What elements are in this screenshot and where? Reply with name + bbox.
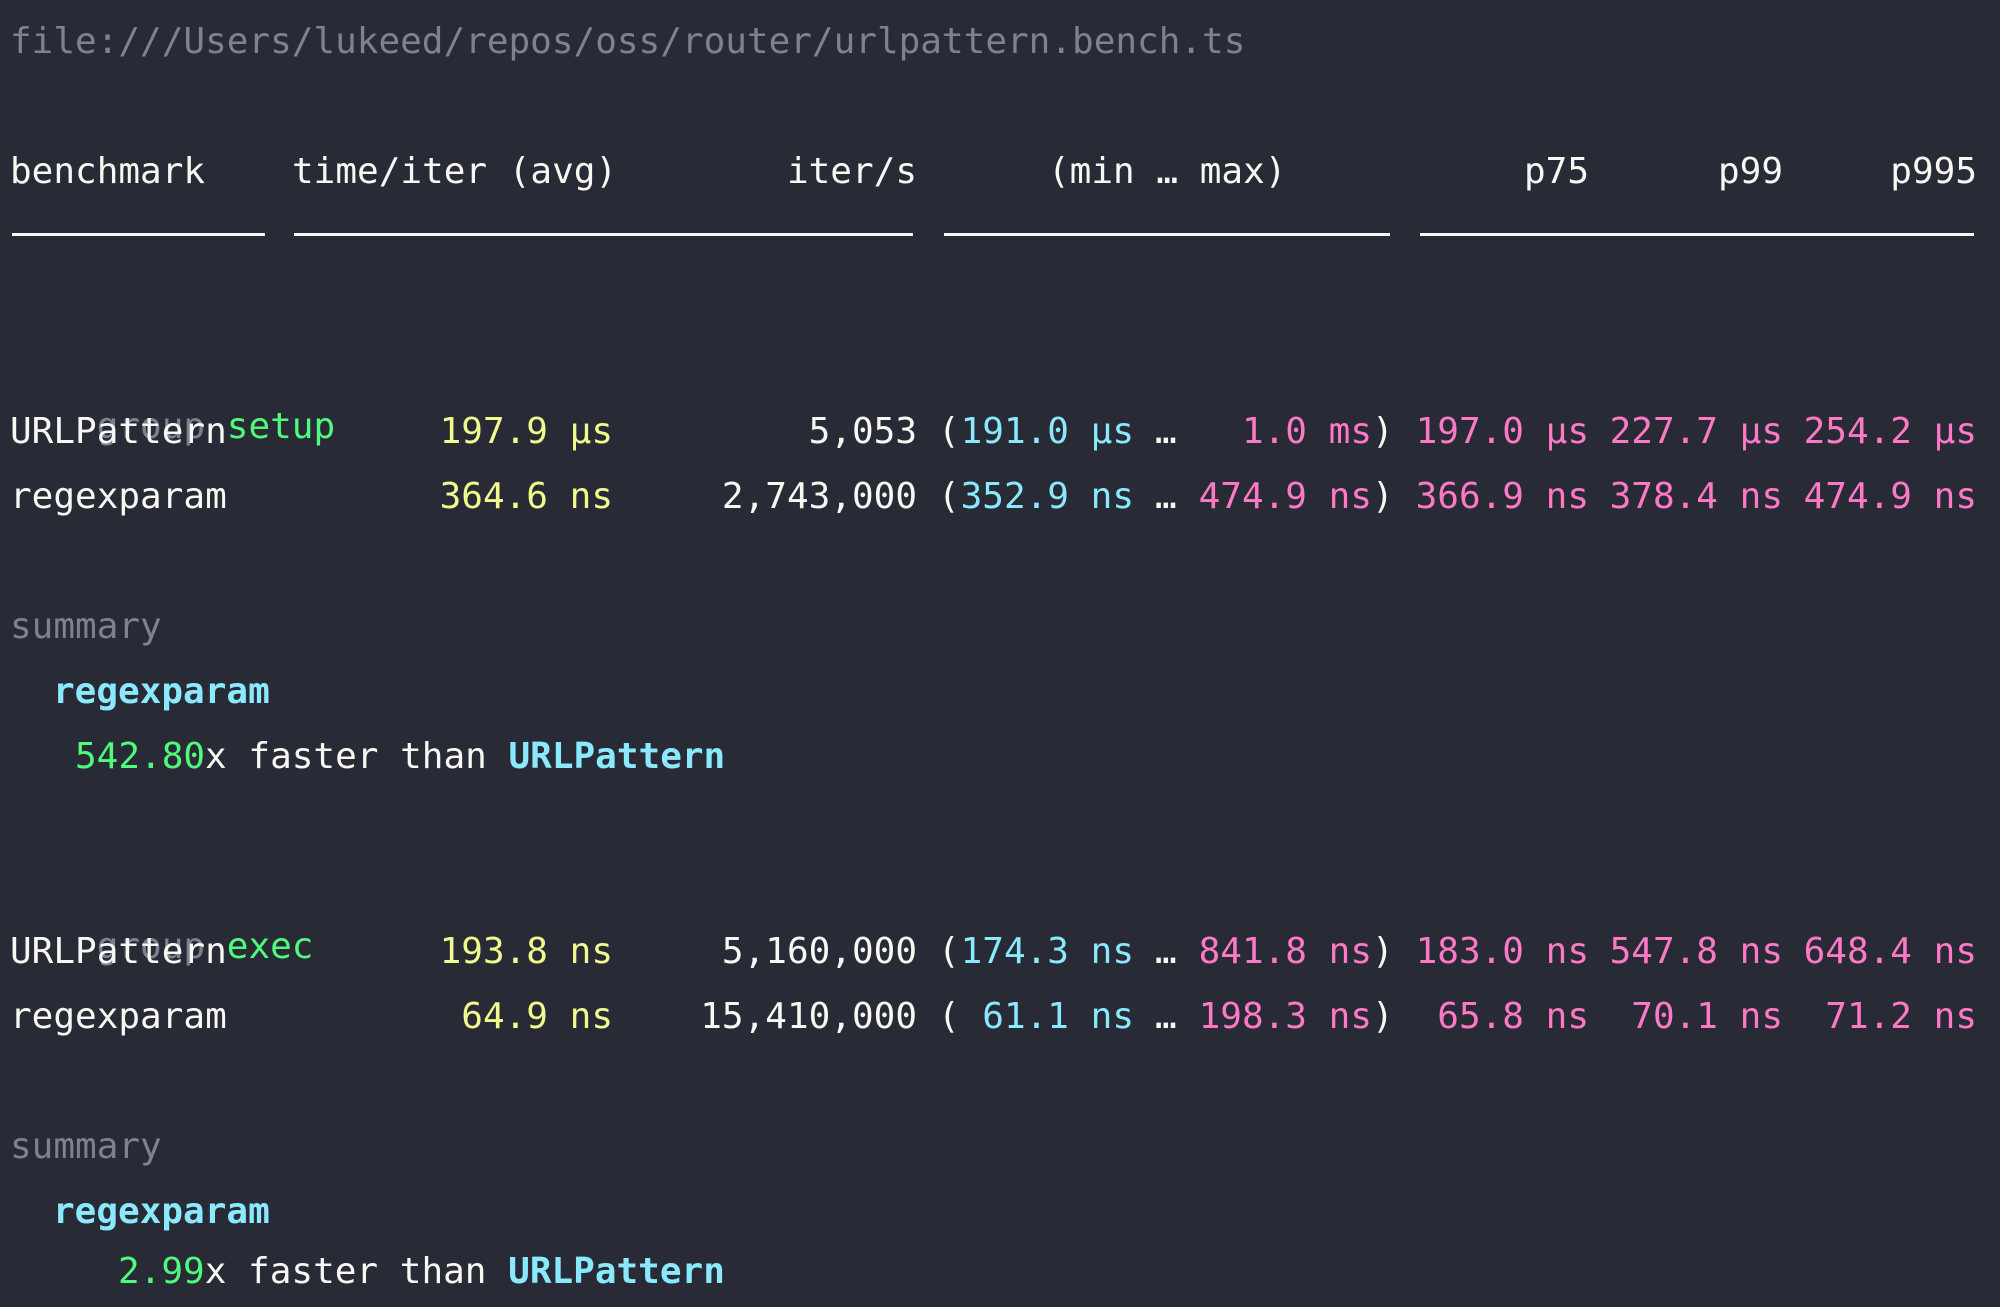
summary-label: summary	[10, 1126, 162, 1167]
summary-text: x faster than	[205, 736, 509, 777]
row-p995: 254.2 µs	[1803, 411, 1977, 452]
row-iter-s: 5,053	[808, 411, 917, 452]
row-min: 61.1 ns	[982, 996, 1134, 1037]
row-max: 1.0 ms	[1241, 411, 1372, 452]
row-p995: 474.9 ns	[1803, 476, 1977, 517]
summary-comparison: 542.80x faster than URLPattern	[75, 727, 725, 787]
row-benchmark-name: URLPattern	[10, 411, 227, 452]
summary-factor: 2.99	[118, 1251, 205, 1292]
table-row: URLPattern 193.8 ns 5,160,000 ( 174.3 ns…	[0, 922, 2000, 982]
table-row: regexparam 64.9 ns 15,410,000 ( 61.1 ns …	[0, 987, 2000, 1047]
header-benchmark: benchmark	[10, 151, 206, 192]
group-heading-setup: group setup	[10, 337, 335, 447]
row-p99: 378.4 ns	[1609, 476, 1783, 517]
summary-winner: regexparam	[53, 1191, 270, 1232]
summary-loser: URLPattern	[508, 1251, 725, 1292]
row-p995: 648.4 ns	[1803, 931, 1977, 972]
row-max: 474.9 ns	[1198, 476, 1372, 517]
row-max: 841.8 ns	[1198, 931, 1372, 972]
row-p75: 366.9 ns	[1415, 476, 1589, 517]
row-ellipsis: …	[1155, 996, 1177, 1037]
row-avg: 64.9 ns	[461, 996, 613, 1037]
row-iter-s: 15,410,000	[700, 996, 917, 1037]
terminal-output: file:///Users/lukeed/repos/oss/router/ur…	[0, 0, 2000, 1307]
header-p75: p75	[1523, 151, 1589, 192]
summary-comparison: 2.99x faster than URLPattern	[118, 1242, 725, 1302]
header-p995: p995	[1890, 151, 1977, 192]
row-benchmark-name: URLPattern	[10, 931, 227, 972]
row-p99: 70.1 ns	[1631, 996, 1783, 1037]
summary-winner: regexparam	[53, 671, 270, 712]
header-rule-percentiles	[1420, 233, 1974, 236]
row-p99: 227.7 µs	[1609, 411, 1783, 452]
table-row: URLPattern 197.9 µs 5,053 ( 191.0 µs … 1…	[0, 402, 2000, 462]
file-path: file:///Users/lukeed/repos/oss/router/ur…	[10, 21, 1246, 62]
summary-text: x faster than	[204, 1251, 509, 1292]
row-p75: 197.0 µs	[1415, 411, 1589, 452]
row-p995: 71.2 ns	[1825, 996, 1977, 1037]
summary-label: summary	[10, 606, 162, 647]
header-rule-benchmark	[12, 233, 265, 236]
row-avg: 197.9 µs	[439, 411, 613, 452]
row-iter-s: 5,160,000	[721, 931, 917, 972]
row-ellipsis: …	[1155, 931, 1177, 972]
row-avg: 364.6 ns	[439, 476, 613, 517]
row-ellipsis: …	[1155, 476, 1177, 517]
group-heading-exec: group exec	[10, 857, 314, 967]
row-p75: 183.0 ns	[1415, 931, 1589, 972]
row-p99: 547.8 ns	[1609, 931, 1783, 972]
header-time-iter: time/iter (avg)	[292, 151, 618, 192]
row-min: 174.3 ns	[960, 931, 1134, 972]
header-p99: p99	[1717, 151, 1783, 192]
row-benchmark-name: regexparam	[10, 476, 227, 517]
header-iter-s: iter/s	[786, 151, 917, 192]
table-row: regexparam 364.6 ns 2,743,000 ( 352.9 ns…	[0, 467, 2000, 527]
row-max: 198.3 ns	[1198, 996, 1372, 1037]
header-rule-minmax	[944, 233, 1390, 236]
summary-factor: 542.80	[75, 736, 206, 777]
row-benchmark-name: regexparam	[10, 996, 227, 1037]
summary-loser: URLPattern	[508, 736, 726, 777]
row-min: 191.0 µs	[960, 411, 1134, 452]
row-min: 352.9 ns	[960, 476, 1134, 517]
row-ellipsis: …	[1155, 411, 1177, 452]
row-avg: 193.8 ns	[439, 931, 613, 972]
row-iter-s: 2,743,000	[721, 476, 917, 517]
row-p75: 65.8 ns	[1437, 996, 1589, 1037]
header-min-max: (min … max)	[1048, 151, 1287, 192]
header-rule-time	[294, 233, 913, 236]
table-header: benchmark time/iter (avg) iter/s (min … …	[0, 142, 2000, 202]
